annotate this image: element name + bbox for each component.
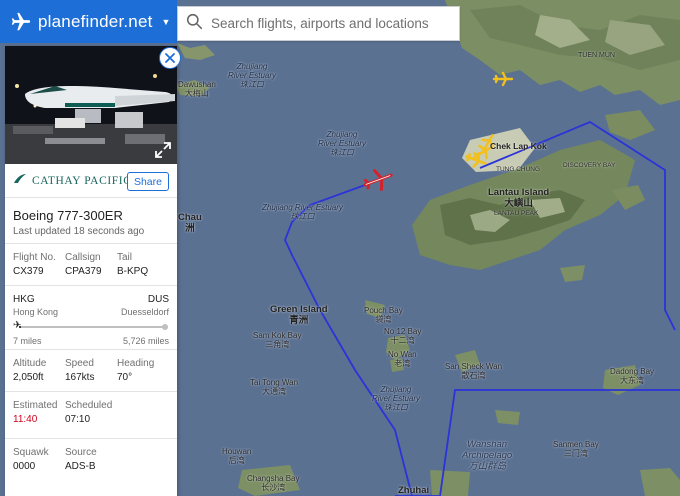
search-box[interactable]: [177, 6, 460, 41]
share-button[interactable]: Share: [126, 172, 169, 191]
source-field: Source ADS-B: [65, 447, 117, 481]
field-label: Speed: [65, 358, 94, 369]
close-icon: [165, 53, 175, 63]
distance-remaining: 5,726 miles: [122, 336, 169, 346]
plane-progress-icon: ✈: [13, 320, 22, 331]
field-value: ADS-B: [65, 461, 96, 472]
field-label: Estimated: [13, 400, 58, 411]
close-panel-button[interactable]: [159, 47, 181, 69]
map-label-pouch-bay: Pouch Bay 袋湾: [364, 306, 403, 325]
brand-name[interactable]: planefinder.net: [38, 12, 153, 32]
aircraft-photo[interactable]: [5, 46, 177, 164]
airline-row: CATHAY PACIFIC Share: [5, 164, 177, 198]
origin-code: HKG: [13, 294, 35, 305]
island: [495, 410, 520, 425]
field-label: Flight No.: [13, 252, 56, 263]
scheduled-field: Scheduled 07:10: [65, 400, 117, 438]
map-label-wanshan-archipelago: Wanshan Archipelago 万山群岛: [462, 439, 513, 472]
map-label-tai-tong-wan: Tai Tong Wan 大通湾: [250, 378, 299, 397]
origin-city: Hong Kong: [13, 307, 59, 317]
field-label: Tail: [117, 252, 133, 263]
estimated-field: Estimated 11:40: [13, 400, 65, 438]
route-codes: HKG Hong Kong DUS Duesseldorf: [13, 294, 169, 317]
distance-row: 7 miles 5,726 miles: [13, 336, 169, 346]
flight-progress-bar: ✈: [13, 320, 169, 332]
map-label-no12-bay: No 12 Bay 十二湾: [384, 327, 422, 346]
field-value: 07:10: [65, 414, 91, 425]
destination-airport[interactable]: DUS Duesseldorf: [121, 294, 169, 317]
telemetry-section: Altitude 2,050ft Speed 167kts Heading 70…: [5, 350, 177, 392]
map-label-zhujiang-estuary: Zhujiang River Estuary 珠江口: [318, 130, 367, 158]
map-label-discovery-bay: DISCOVERY BAY: [563, 162, 616, 169]
map-label-lantau-peak: LANTAU PEAK: [494, 210, 539, 217]
map-label-houwan: Houwan 后湾: [222, 447, 252, 466]
progress-track: [19, 326, 165, 328]
field-label: Heading: [117, 358, 155, 369]
field-label: Callsign: [65, 252, 101, 263]
field-value: 167kts: [65, 372, 95, 383]
callsign-field: Callsign CPA379: [65, 252, 117, 285]
map-label-green-island: Green Island 青洲: [270, 304, 328, 326]
aircraft-type: Boeing 777-300ER: [13, 208, 123, 223]
times-section: Estimated 11:40 Scheduled 07:10: [5, 392, 177, 439]
map-label-dadong-bay: Dadong Bay 大东湾: [610, 367, 655, 386]
heading-field: Heading 70°: [117, 358, 169, 391]
brand-bar[interactable]: planefinder.net ▼: [0, 0, 177, 43]
map-label-chau: Chau 洲: [178, 212, 202, 234]
field-value: 0000: [13, 461, 36, 472]
field-value: CPA379: [65, 266, 102, 277]
destination-code: DUS: [147, 294, 169, 305]
flight-info-panel: CATHAY PACIFIC Share Boeing 777-300ER La…: [5, 46, 177, 496]
map-label-zhujiang-estuary: Zhujiang River Estuary 珠江口: [262, 203, 343, 222]
map-label-dawushan: Dawushan 大梅山: [178, 80, 216, 99]
map-label-changsha-bay: Changsha Bay 长沙湾: [247, 474, 300, 493]
map-label-no-wan: No Wan 老湾: [388, 350, 417, 369]
field-value: 2,050ft: [13, 372, 44, 383]
aircraft-section: Boeing 777-300ER Last updated 18 seconds…: [5, 198, 177, 244]
airline-name: CATHAY PACIFIC: [32, 174, 132, 187]
flight-ids-section: Flight No. CX379 Callsign CPA379 Tail B-…: [5, 244, 177, 286]
search-input[interactable]: [211, 16, 451, 31]
map-label-sanmen-bay: Sanmen Bay 三门湾: [553, 440, 599, 459]
origin-airport[interactable]: HKG Hong Kong: [13, 294, 58, 317]
flight-number-field: Flight No. CX379: [13, 252, 65, 285]
expand-icon[interactable]: [155, 142, 171, 158]
speed-field: Speed 167kts: [65, 358, 117, 391]
map-label-tung-chung: TUNG CHUNG: [496, 166, 541, 173]
field-value: B-KPQ: [117, 266, 149, 277]
map-label-zhuhai: Zhuhai: [398, 485, 430, 496]
field-label: Scheduled: [65, 400, 113, 411]
map-label-zhujiang-estuary: Zhujiang River Estuary 珠江口: [228, 62, 277, 90]
misc-section: Squawk 0000 Source ADS-B: [5, 439, 177, 481]
map-label-tuen-mun: TUEN MUN: [578, 52, 615, 59]
search-icon: [186, 13, 203, 35]
chevron-down-icon[interactable]: ▼: [162, 17, 171, 27]
map-label-sam-kok-bay: Sam Kok Bay 三角湾: [253, 331, 302, 350]
map-label-chek-lap-kok: Chek Lap Kok: [490, 141, 547, 151]
map-label-zhujiang-estuary: Zhujiang River Estuary 珠江口: [372, 385, 421, 413]
map-label-san-sheck-wan: San Sheck Wan 散石湾: [445, 362, 503, 381]
cathay-logo-icon: [13, 172, 27, 190]
destination-dot-icon: [162, 324, 168, 330]
field-value: CX379: [13, 266, 44, 277]
squawk-field: Squawk 0000: [13, 447, 65, 481]
route-section: HKG Hong Kong DUS Duesseldorf ✈ 7 miles …: [5, 286, 177, 350]
plane-logo-icon: [8, 9, 34, 35]
field-label: Source: [65, 447, 97, 458]
field-label: Altitude: [13, 358, 47, 369]
field-label: Squawk: [13, 447, 49, 458]
destination-city: Duesseldorf: [120, 307, 169, 317]
island: [430, 470, 470, 496]
map-label-lantau-island: Lantau Island 大嶼山: [488, 187, 550, 209]
field-value: 11:40: [13, 414, 38, 425]
tail-field: Tail B-KPQ: [117, 252, 169, 285]
altitude-field: Altitude 2,050ft: [13, 358, 65, 391]
field-value: 70°: [117, 372, 133, 383]
distance-flown: 7 miles: [13, 336, 42, 346]
last-updated: Last updated 18 seconds ago: [13, 226, 145, 237]
